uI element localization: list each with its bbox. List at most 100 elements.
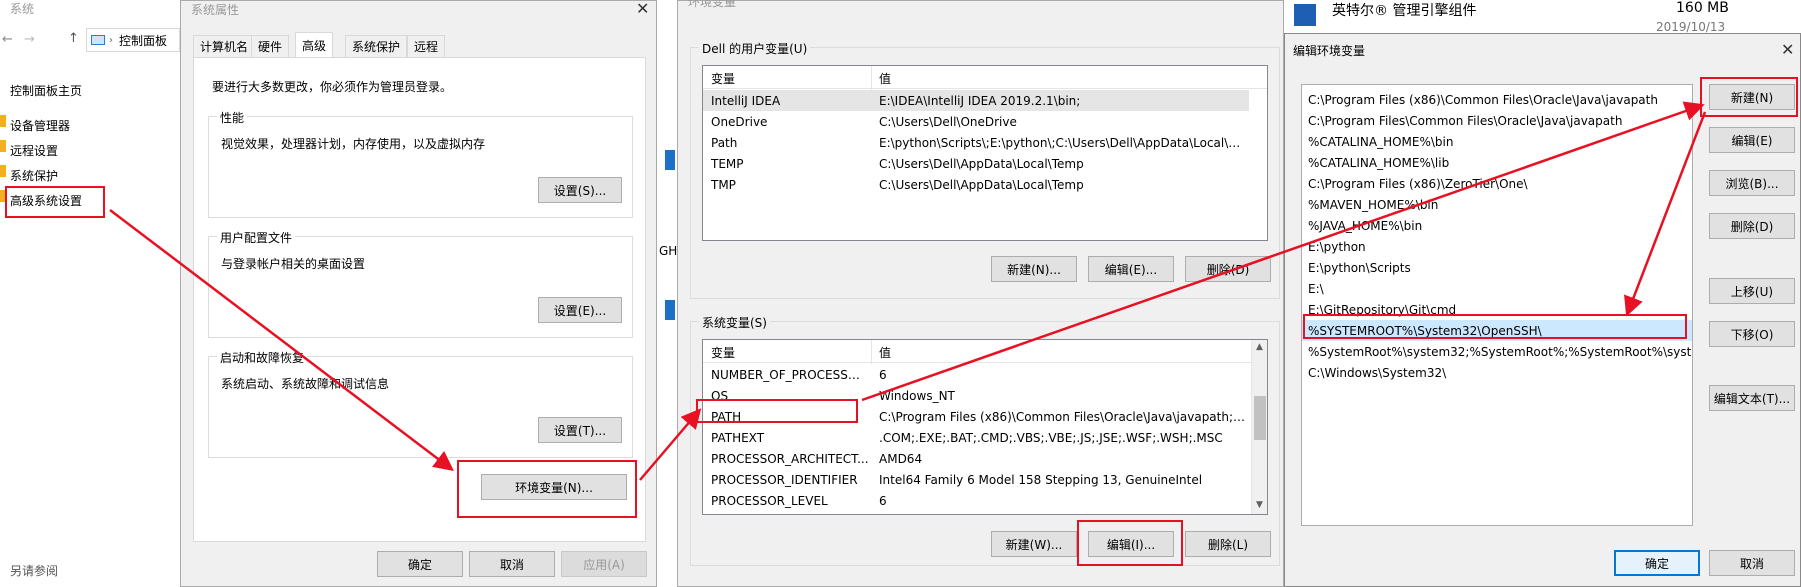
remote-settings-link[interactable]: 远程设置 — [10, 142, 58, 159]
list-item[interactable]: C:\Windows\System32\ — [1302, 362, 1692, 383]
forward-arrow-icon[interactable]: → — [24, 32, 35, 47]
environment-variables-button[interactable]: 环境变量(N)... — [481, 474, 627, 500]
shield-icon — [0, 190, 6, 202]
user-edit-button[interactable]: 编辑(E)... — [1088, 256, 1174, 282]
list-item[interactable]: %SYSTEMROOT%\System32\OpenSSH\ — [1302, 320, 1692, 341]
variable-name-cell: Path — [711, 135, 738, 150]
table-row[interactable]: TMP C:\Users\Dell\AppData\Local\Temp — [703, 174, 1249, 195]
system-delete-button[interactable]: 删除(L) — [1185, 531, 1271, 557]
device-manager-link[interactable]: 设备管理器 — [10, 117, 70, 134]
column-header-value[interactable]: 值 — [879, 344, 891, 361]
variable-name-cell: NUMBER_OF_PROCESSORS — [711, 367, 869, 382]
table-row[interactable]: PATHEXT .COM;.EXE;.BAT;.CMD;.VBS;.VBE;.JS… — [703, 427, 1249, 448]
system-protection-link[interactable]: 系统保护 — [10, 167, 58, 184]
user-new-button[interactable]: 新建(N)... — [991, 256, 1077, 282]
move-down-button[interactable]: 下移(O) — [1709, 321, 1795, 347]
tab-system-protection[interactable]: 系统保护 — [345, 35, 408, 57]
tab-computer-name[interactable]: 计算机名 — [193, 35, 256, 57]
performance-group: 性能 视觉效果，处理器计划，内存使用，以及虚拟内存 设置(S)... — [208, 109, 633, 218]
table-row[interactable]: PROCESSOR_IDENTIFIER Intel64 Family 6 Mod… — [703, 469, 1249, 490]
startup-recovery-settings-button[interactable]: 设置(T)... — [538, 417, 622, 443]
scroll-thumb[interactable] — [1254, 396, 1266, 440]
variable-value-cell: AMD64 — [879, 451, 923, 466]
new-entry-button[interactable]: 新建(N) — [1709, 84, 1795, 110]
tab-hardware[interactable]: 硬件 — [251, 35, 290, 57]
variable-name-cell: IntelliJ IDEA — [711, 93, 781, 108]
column-header-value[interactable]: 值 — [879, 70, 891, 87]
system-properties-dialog: 系统属性 ✕ 计算机名 硬件 高级 系统保护 远程 要进行大多数更改，你必须作为… — [180, 0, 657, 587]
column-header-variable[interactable]: 变量 — [711, 344, 735, 361]
variable-name-cell: TEMP — [711, 156, 744, 171]
delete-entry-button[interactable]: 删除(D) — [1709, 213, 1795, 239]
list-item[interactable]: E:\GitRepository\Git\cmd — [1302, 299, 1692, 320]
list-item[interactable]: %MAVEN_HOME%\bin — [1302, 194, 1692, 215]
shield-icon — [0, 165, 6, 177]
list-item[interactable]: %JAVA_HOME%\bin — [1302, 215, 1692, 236]
chevron-up-icon[interactable]: ▲ — [1256, 342, 1263, 352]
list-item[interactable]: C:\Program Files\Common Files\Oracle\Jav… — [1302, 110, 1692, 131]
variable-value-cell: .COM;.EXE;.BAT;.CMD;.VBS;.VBE;.JS;.JSE;.… — [879, 430, 1223, 445]
list-header: 变量 值 — [703, 342, 1267, 363]
background-app-name: 英特尔® 管理引擎组件 — [1332, 3, 1477, 19]
path-entries-list[interactable]: C:\Program Files (x86)\Common Files\Orac… — [1301, 84, 1693, 526]
edit-entry-button[interactable]: 编辑(E) — [1709, 127, 1795, 153]
list-item[interactable]: E:\python\Scripts — [1302, 257, 1692, 278]
move-up-button[interactable]: 上移(U) — [1709, 278, 1795, 304]
ok-button[interactable]: 确定 — [377, 551, 463, 577]
list-item[interactable]: C:\Program Files (x86)\ZeroTier\One\ — [1302, 173, 1692, 194]
edit-text-button[interactable]: 编辑文本(T)... — [1709, 385, 1795, 411]
list-item[interactable]: C:\Program Files (x86)\Common Files\Orac… — [1302, 89, 1692, 110]
user-profile-desc: 与登录帐户相关的桌面设置 — [221, 257, 366, 271]
system-properties-title: 系统属性 — [191, 3, 240, 17]
control-panel-home-link[interactable]: 控制面板主页 — [10, 82, 82, 99]
monitor-icon — [91, 35, 105, 45]
back-arrow-icon[interactable]: ← — [2, 32, 13, 47]
list-item[interactable]: E:\python — [1302, 236, 1692, 257]
variable-value-cell: Intel64 Family 6 Model 158 Stepping 13, … — [879, 472, 1203, 487]
table-row[interactable]: PROCESSOR_LEVEL 6 — [703, 490, 1249, 511]
close-icon[interactable]: ✕ — [1781, 40, 1794, 59]
performance-settings-button[interactable]: 设置(S)... — [538, 177, 622, 203]
browse-button[interactable]: 浏览(B)... — [1709, 170, 1795, 196]
tab-advanced[interactable]: 高级 — [295, 32, 334, 58]
close-icon[interactable]: ✕ — [636, 0, 649, 18]
table-row[interactable]: IntelliJ IDEA E:\IDEA\IntelliJ IDEA 2019.… — [703, 90, 1249, 111]
table-row[interactable]: NUMBER_OF_PROCESSORS 6 — [703, 364, 1249, 385]
table-row[interactable]: TEMP C:\Users\Dell\AppData\Local\Temp — [703, 153, 1249, 174]
apply-button[interactable]: 应用(A) — [561, 551, 647, 577]
user-profile-settings-button[interactable]: 设置(E)... — [538, 297, 622, 323]
background-fragment: GH — [659, 244, 678, 258]
up-arrow-icon[interactable]: ↑ — [68, 31, 79, 46]
startup-recovery-title: 启动和故障恢复 — [217, 349, 308, 366]
blue-square-icon — [665, 300, 675, 320]
list-item[interactable]: %CATALINA_HOME%\bin — [1302, 131, 1692, 152]
column-header-variable[interactable]: 变量 — [711, 70, 735, 87]
list-item[interactable]: E:\ — [1302, 278, 1692, 299]
system-new-button[interactable]: 新建(W)... — [991, 531, 1077, 557]
chevron-down-icon[interactable]: ▼ — [1256, 500, 1263, 510]
column-divider — [871, 340, 872, 364]
address-bar[interactable]: › 控制面板 — [86, 28, 180, 52]
edit-env-ok-button[interactable]: 确定 — [1614, 550, 1700, 576]
environment-variables-dialog: 环境变量 Dell 的用户变量(U) 变量 值 IntelliJ IDEA E:\… — [677, 0, 1284, 587]
background-app-size: 160 MB — [1676, 0, 1729, 16]
table-row[interactable]: OneDrive C:\Users\Dell\OneDrive — [703, 111, 1249, 132]
edit-env-cancel-button[interactable]: 取消 — [1709, 550, 1795, 576]
user-variables-list[interactable]: 变量 值 IntelliJ IDEA E:\IDEA\IntelliJ IDEA … — [702, 65, 1268, 241]
user-profile-title: 用户配置文件 — [217, 229, 296, 246]
list-item[interactable]: %SystemRoot%\system32;%SystemRoot%;%Syst… — [1302, 341, 1692, 362]
system-variables-list[interactable]: 变量 值 NUMBER_OF_PROCESSORS 6 OS Windows_NT PA… — [702, 339, 1268, 515]
advanced-system-settings-link[interactable]: 高级系统设置 — [10, 192, 82, 209]
user-delete-button[interactable]: 删除(D) — [1185, 256, 1271, 282]
tab-remote[interactable]: 远程 — [407, 35, 446, 57]
table-row[interactable]: PROCESSOR_ARCHITECT... AMD64 — [703, 448, 1249, 469]
variable-value-cell: E:\IDEA\IntelliJ IDEA 2019.2.1\bin; — [879, 93, 1081, 108]
table-row[interactable]: Path E:\python\Scripts\;E:\python\;C:\Use… — [703, 132, 1249, 153]
system-edit-button[interactable]: 编辑(I)... — [1088, 531, 1174, 557]
cancel-button[interactable]: 取消 — [469, 551, 555, 577]
variable-value-cell: E:\python\Scripts\;E:\python\;C:\Users\D… — [879, 135, 1249, 150]
list-item[interactable]: %CATALINA_HOME%\lib — [1302, 152, 1692, 173]
table-row[interactable]: PATH C:\Program Files (x86)\Common Files\… — [703, 406, 1249, 427]
system-list-scrollbar[interactable]: ▲ ▼ — [1251, 340, 1267, 514]
table-row[interactable]: OS Windows_NT — [703, 385, 1249, 406]
